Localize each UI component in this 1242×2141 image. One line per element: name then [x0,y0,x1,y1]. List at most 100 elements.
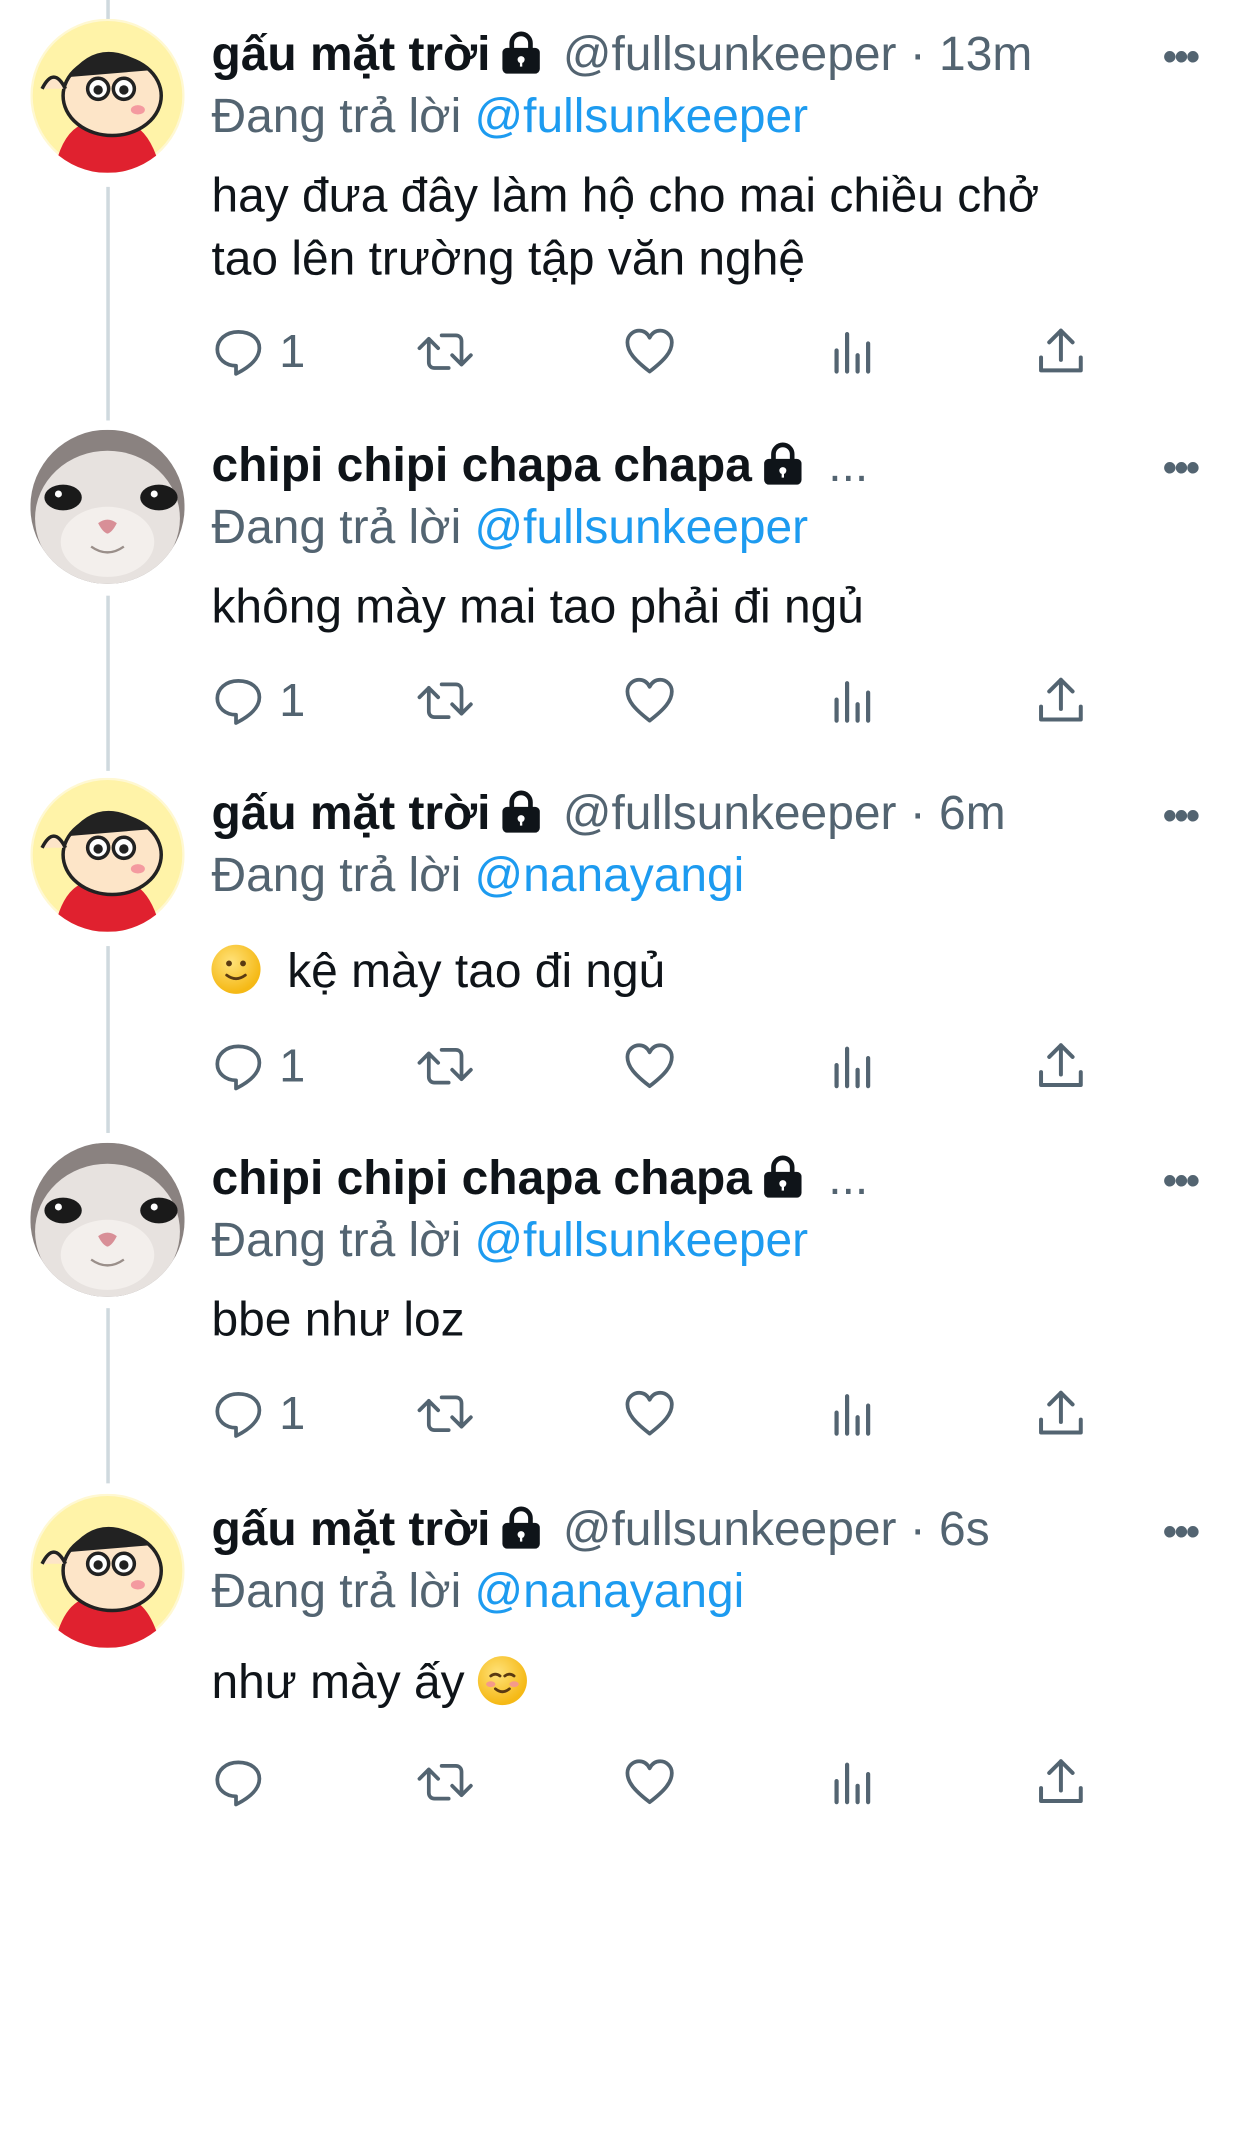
analytics-button[interactable] [831,1040,878,1094]
analytics-button[interactable] [831,674,878,728]
like-icon [625,1758,674,1804]
lock-icon [759,439,806,500]
tweet-header: gấu mặt trời @fullsunkeeper · 13m [211,23,1160,88]
timestamp[interactable]: 6m [939,786,1006,840]
like-button[interactable] [623,1387,677,1441]
analytics-icon [834,332,871,374]
analytics-icon [834,681,871,723]
avatar[interactable] [30,1142,185,1297]
tweet[interactable]: gấu mặt trời @fullsunkeeper · 13m ••• Đan… [0,0,1242,409]
author-name[interactable]: chipi chipi chapa chapa [211,438,751,492]
analytics-icon [834,1047,871,1089]
lock-icon [497,28,544,89]
retweet-button[interactable] [416,674,474,728]
separator: · [909,26,926,81]
author-handle[interactable]: @fullsunkeeper [563,27,897,81]
author-handle[interactable]: @fullsunkeeper [563,786,897,840]
reply-mention[interactable]: @fullsunkeeper [475,1213,809,1267]
relieved-face-emoji [477,1655,527,1705]
share-icon [1039,1758,1083,1803]
retweet-icon [417,682,473,720]
analytics-button[interactable] [831,1755,878,1809]
replying-to: Đang trả lời @fullsunkeeper [211,1209,808,1270]
like-button[interactable] [623,1040,677,1094]
tweet-text-line: như mày ấy [211,1650,527,1713]
share-button[interactable] [1035,325,1086,379]
tweet-text: bbe như loz [211,1288,464,1351]
tweet-text: kệ mày tao đi ngủ [211,939,665,1002]
replying-to: Đang trả lời @fullsunkeeper [211,85,808,146]
author-handle[interactable]: @fullsunkeeper [563,1501,897,1555]
reply-mention[interactable]: @nanayangi [475,848,745,902]
author-name[interactable]: gấu mặt trời [211,786,490,840]
retweet-icon [417,1048,473,1085]
reply-count: 1 [279,325,306,377]
tweet[interactable]: chipi chipi chapa chapa ... ••• Đang trả… [0,411,1242,762]
more-icon[interactable]: ••• [1163,1159,1200,1205]
share-button[interactable] [1035,1040,1086,1094]
avatar[interactable] [30,778,185,933]
avatar[interactable] [30,1493,185,1648]
reply-count: 1 [279,674,306,727]
author-name[interactable]: gấu mặt trời [211,27,490,81]
like-icon [625,328,674,374]
avatar[interactable] [30,18,185,173]
tweet[interactable]: chipi chipi chapa chapa ... ••• Đang trả… [0,1124,1242,1475]
lock-icon [497,1503,544,1564]
retweet-icon [417,333,473,370]
reply-button[interactable]: 1 [211,1040,305,1094]
avatar[interactable] [30,429,185,585]
more-icon[interactable]: ••• [1163,1510,1200,1556]
reply-button[interactable]: 1 [211,674,305,728]
like-button[interactable] [623,325,677,379]
more-icon[interactable]: ••• [1163,446,1200,492]
retweet-icon [417,1763,473,1801]
more-icon[interactable]: ••• [1163,795,1200,841]
separator: · [909,1501,926,1556]
analytics-button[interactable] [831,325,878,379]
tweet-text-content: như mày ấy [211,1654,465,1709]
share-icon [1039,1043,1083,1088]
tweet-text: không mày mai tao phải đi ngủ [211,575,863,638]
reply-mention[interactable]: @nanayangi [475,1563,745,1617]
share-button[interactable] [1035,1387,1086,1441]
analytics-icon [834,1394,871,1436]
reply-count: 1 [279,1387,306,1439]
reply-icon [215,679,262,726]
reply-button[interactable]: 1 [211,1387,305,1441]
tweet-actions: 1 [211,1040,1099,1098]
like-icon [625,678,674,723]
lock-icon [497,787,544,848]
tweet-header: chipi chipi chapa chapa ... [211,1147,1160,1212]
replying-to: Đang trả lời @nanayangi [211,1560,744,1621]
tweet-text: như mày ấy [211,1650,527,1713]
retweet-button[interactable] [416,1040,474,1094]
retweet-button[interactable] [416,1387,474,1441]
reply-button[interactable] [211,1755,279,1809]
tweet-text-line: bbe như loz [211,1292,465,1346]
retweet-button[interactable] [416,325,474,379]
tweet-text-line: không mày mai tao phải đi ngủ [211,579,864,634]
author-name[interactable]: chipi chipi chapa chapa [211,1151,751,1205]
tweet[interactable]: gấu mặt trời @fullsunkeeper · 6m ••• Đang… [0,759,1242,1121]
retweet-icon [417,1395,473,1432]
reply-mention[interactable]: @fullsunkeeper [475,89,809,143]
analytics-button[interactable] [831,1387,878,1441]
author-name[interactable]: gấu mặt trời [211,1501,490,1555]
replying-to: Đang trả lời @fullsunkeeper [211,497,808,558]
reply-mention[interactable]: @fullsunkeeper [475,500,809,554]
reply-prefix: Đang trả lời [211,848,462,902]
retweet-button[interactable] [416,1755,474,1809]
reply-icon [215,329,262,376]
timestamp[interactable]: 13m [939,27,1032,81]
like-button[interactable] [623,674,677,728]
more-icon[interactable]: ••• [1163,35,1200,81]
reply-button[interactable]: 1 [211,325,305,379]
like-button[interactable] [623,1755,677,1809]
truncation: ... [828,1150,869,1205]
share-button[interactable] [1035,674,1086,728]
slightly-smiling-face-emoji [211,945,261,995]
share-button[interactable] [1035,1755,1086,1809]
timestamp[interactable]: 6s [939,1501,990,1555]
tweet[interactable]: gấu mặt trời @fullsunkeeper · 6s ••• Đang… [0,1475,1242,1837]
